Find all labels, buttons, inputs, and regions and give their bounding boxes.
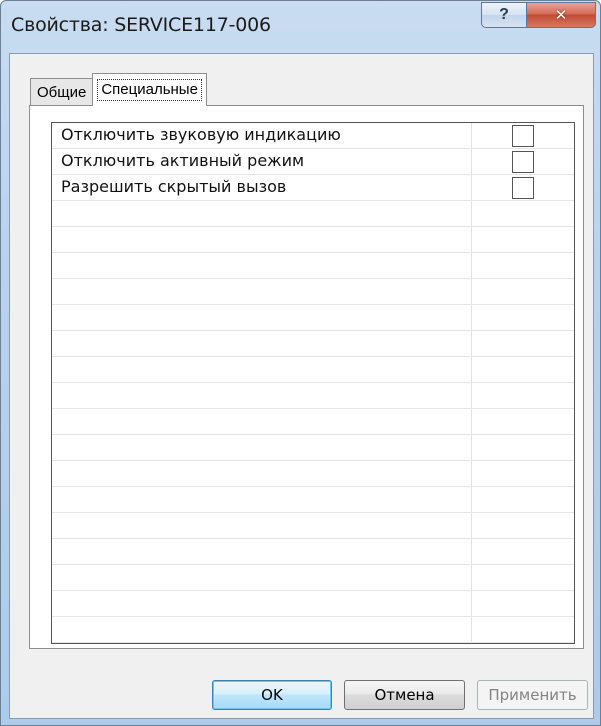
empty-row [52, 227, 574, 253]
help-icon: ? [499, 6, 509, 23]
tab-general-label: Общие [37, 84, 87, 101]
close-icon: ✕ [554, 7, 568, 24]
tab-strip: Общие Специальные [30, 73, 207, 106]
empty-row [52, 591, 574, 617]
help-button[interactable]: ? [481, 2, 527, 28]
property-row-disable-active-mode[interactable]: Отключить активный режим [52, 149, 574, 175]
tab-general[interactable]: Общие [30, 78, 94, 106]
properties-dialog: Свойства: SERVICE117-006 ? ✕ Общие Специ… [0, 0, 601, 726]
title-bar[interactable]: Свойства: SERVICE117-006 ? ✕ [1, 1, 600, 53]
empty-row [52, 201, 574, 227]
close-button[interactable]: ✕ [526, 2, 596, 28]
empty-row [52, 565, 574, 591]
empty-row [52, 513, 574, 539]
empty-row [52, 617, 574, 643]
property-label: Отключить звуковую индикацию [61, 125, 341, 144]
dialog-client-area: Общие Специальные Отключить звуковую инд… [9, 53, 594, 719]
empty-row [52, 383, 574, 409]
apply-button[interactable]: Применить [477, 680, 588, 710]
empty-row [52, 409, 574, 435]
empty-row [52, 539, 574, 565]
property-list[interactable]: Отключить звуковую индикацию Отключить а… [51, 122, 575, 644]
window-title: Свойства: SERVICE117-006 [11, 14, 271, 36]
cancel-button[interactable]: Отмена [344, 680, 465, 710]
tab-special-label: Специальные [97, 79, 202, 101]
property-label: Отключить активный режим [61, 151, 305, 170]
empty-row [52, 331, 574, 357]
ok-button[interactable]: OK [212, 680, 332, 710]
empty-row [52, 487, 574, 513]
property-row-allow-hidden-call[interactable]: Разрешить скрытый вызов [52, 175, 574, 201]
tab-panel-special: Отключить звуковую индикацию Отключить а… [29, 105, 584, 649]
checkbox-disable-active-mode[interactable] [512, 151, 534, 173]
tab-special[interactable]: Специальные [92, 73, 207, 106]
empty-row [52, 279, 574, 305]
empty-row [52, 461, 574, 487]
property-row-disable-sound[interactable]: Отключить звуковую индикацию [52, 123, 574, 149]
empty-row [52, 435, 574, 461]
empty-row [52, 253, 574, 279]
property-label: Разрешить скрытый вызов [61, 177, 287, 196]
empty-row [52, 357, 574, 383]
checkbox-allow-hidden-call[interactable] [512, 177, 534, 199]
empty-row [52, 305, 574, 331]
checkbox-disable-sound[interactable] [512, 125, 534, 147]
